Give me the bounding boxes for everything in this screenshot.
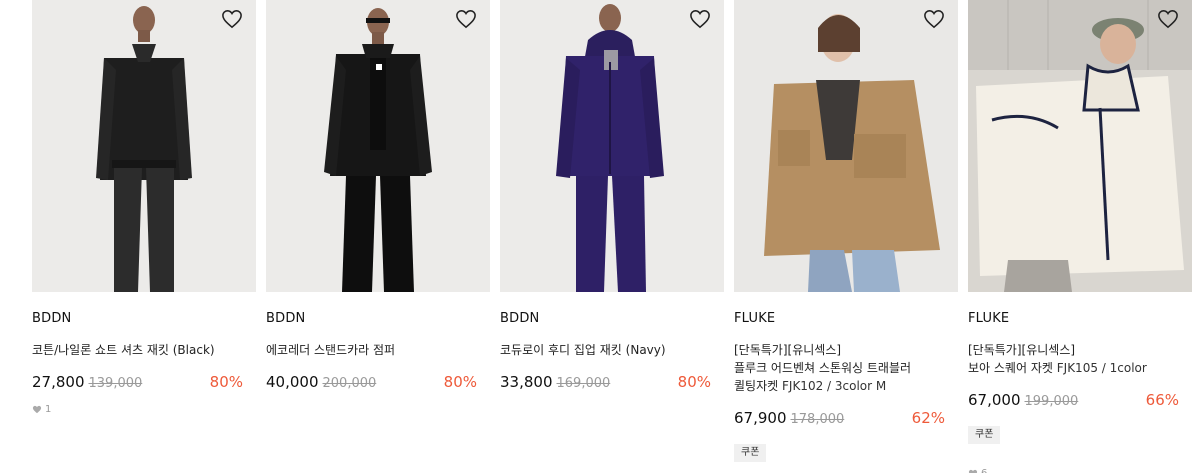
coupon-badge[interactable]: 쿠폰 xyxy=(968,426,1001,444)
brand-name[interactable]: FLUKE xyxy=(734,311,958,327)
product-card[interactable]: FLUKE [단독특가][유니섹스] 보아 스퀘어 자켓 FJK105 / 1c… xyxy=(968,0,1192,473)
product-photo-leather-jumper xyxy=(266,0,490,292)
product-card[interactable]: BDDN 코듀로이 후디 집업 재킷 (Navy) 33,800 169,000… xyxy=(500,0,724,392)
original-price: 139,000 xyxy=(88,376,143,391)
wishlist-heart-icon[interactable] xyxy=(923,9,945,29)
price-row: 67,000 199,000 66% xyxy=(968,390,1192,410)
coupon-badge[interactable]: 쿠폰 xyxy=(734,444,767,462)
product-title[interactable]: [단독특가][유니섹스] 플루크 어드벤쳐 스톤워싱 트래블러 퀼팅자켓 FJK… xyxy=(734,341,948,395)
product-title-text[interactable]: 에코레더 스탠드카라 점퍼 xyxy=(266,343,395,357)
sale-price: 67,900 xyxy=(734,409,787,427)
brand-name[interactable]: BDDN xyxy=(266,311,490,327)
product-title[interactable]: 에코레더 스탠드카라 점퍼 xyxy=(266,341,480,359)
sale-price: 40,000 xyxy=(266,373,319,391)
discount-rate: 80% xyxy=(677,373,711,391)
sale-price: 67,000 xyxy=(968,391,1021,409)
wishlist-heart-icon[interactable] xyxy=(455,9,477,29)
product-photo-navy-corduroy-hoodie xyxy=(500,0,724,292)
wishlist-heart-icon[interactable] xyxy=(1157,9,1179,29)
product-card[interactable]: FLUKE [단독특가][유니섹스] 플루크 어드벤쳐 스톤워싱 트래블러 퀼팅… xyxy=(734,0,958,462)
wishlist-heart-icon[interactable] xyxy=(221,9,243,29)
heart-filled-icon xyxy=(968,469,978,473)
product-title-tag[interactable]: [단독특가][유니섹스] xyxy=(734,341,948,359)
product-title[interactable]: 코튼/나일론 쇼트 셔츠 재킷 (Black) xyxy=(32,341,246,359)
product-card[interactable]: BDDN 에코레더 스탠드카라 점퍼 40,000 200,000 80% xyxy=(266,0,490,392)
like-count: 1 xyxy=(32,404,256,415)
discount-rate: 80% xyxy=(209,373,243,391)
price-row: 40,000 200,000 80% xyxy=(266,372,490,392)
original-price: 169,000 xyxy=(556,376,611,391)
product-title[interactable]: 코듀로이 후디 집업 재킷 (Navy) xyxy=(500,341,714,359)
product-title-tag[interactable]: [단독특가][유니섹스] xyxy=(968,341,1182,359)
discount-rate: 66% xyxy=(1145,391,1179,409)
like-count-value: 6 xyxy=(981,468,987,473)
price-row: 67,900 178,000 62% xyxy=(734,408,958,428)
product-title-text[interactable]: 코튼/나일론 쇼트 셔츠 재킷 (Black) xyxy=(32,343,215,357)
discount-rate: 62% xyxy=(911,409,945,427)
original-price: 199,000 xyxy=(1024,394,1079,409)
product-title-text[interactable]: 보아 스퀘어 자켓 xyxy=(968,361,1053,375)
product-image[interactable] xyxy=(266,0,490,292)
product-title-text[interactable]: 코듀로이 후디 집업 재킷 (Navy) xyxy=(500,343,666,357)
discount-rate: 80% xyxy=(443,373,477,391)
product-title-sub[interactable]: FJK105 / 1color xyxy=(1057,361,1147,375)
product-photo-boa-fleece-jacket xyxy=(968,0,1192,292)
product-image[interactable] xyxy=(32,0,256,292)
product-photo-tan-traveler-jacket xyxy=(734,0,958,292)
product-image[interactable] xyxy=(968,0,1192,292)
heart-filled-icon xyxy=(32,405,42,414)
like-count-value: 1 xyxy=(45,404,52,415)
wishlist-heart-icon[interactable] xyxy=(689,9,711,29)
price-row: 33,800 169,000 80% xyxy=(500,372,724,392)
brand-name[interactable]: BDDN xyxy=(32,311,256,327)
product-image[interactable] xyxy=(500,0,724,292)
product-image[interactable] xyxy=(734,0,958,292)
original-price: 178,000 xyxy=(790,412,845,427)
product-title[interactable]: [단독특가][유니섹스] 보아 스퀘어 자켓 FJK105 / 1color xyxy=(968,341,1182,377)
original-price: 200,000 xyxy=(322,376,377,391)
sale-price: 27,800 xyxy=(32,373,85,391)
brand-name[interactable]: BDDN xyxy=(500,311,724,327)
product-card[interactable]: BDDN 코튼/나일론 쇼트 셔츠 재킷 (Black) 27,800 139,… xyxy=(32,0,256,415)
price-row: 27,800 139,000 80% xyxy=(32,372,256,392)
sale-price: 33,800 xyxy=(500,373,553,391)
like-count: 6 xyxy=(968,468,987,473)
product-title-sub[interactable]: FJK102 / 3color M xyxy=(782,379,886,393)
product-photo-black-shirt-jacket xyxy=(32,0,256,292)
brand-name[interactable]: FLUKE xyxy=(968,311,1192,327)
